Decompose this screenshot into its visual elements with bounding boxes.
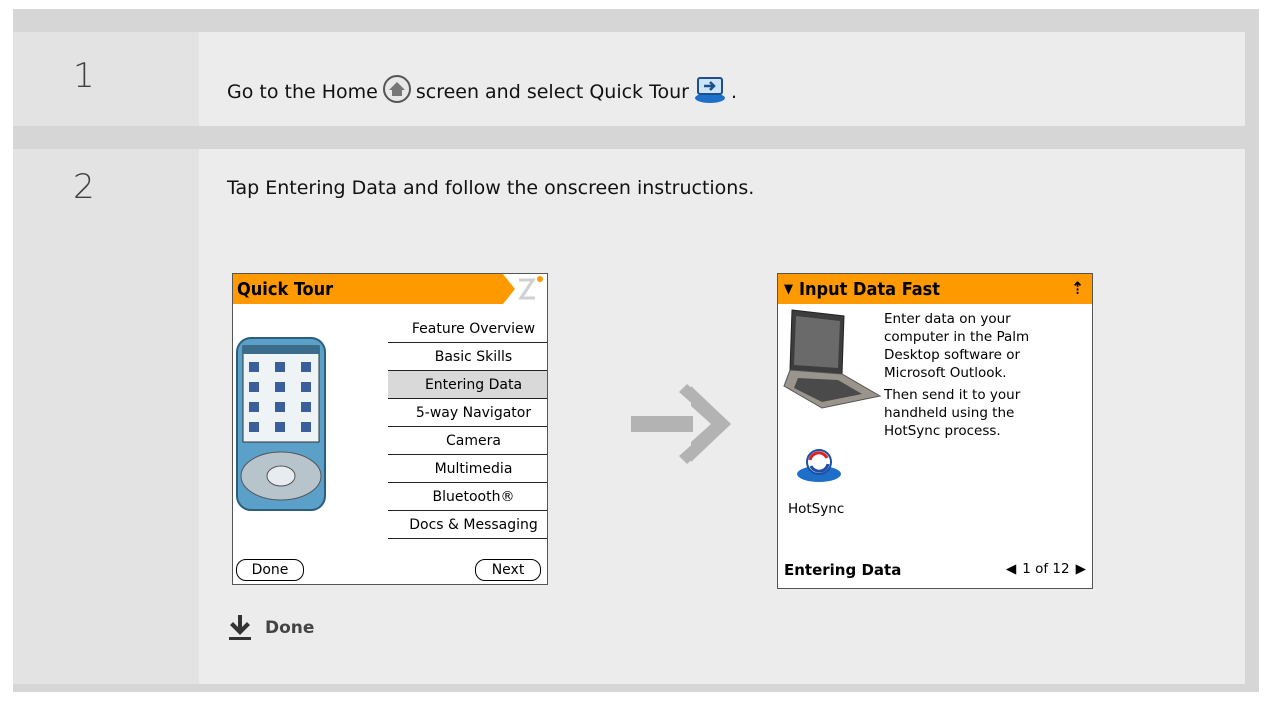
handheld-device-icon xyxy=(236,337,326,511)
done-link-label: Done xyxy=(265,618,315,638)
text-line: Then send it to your xyxy=(884,387,1021,403)
home-icon[interactable] xyxy=(382,74,412,109)
step-number: 2 xyxy=(73,167,95,207)
down-arrow-icon xyxy=(229,615,251,640)
step-1-instruction: Go to the Home screen and select Quick T… xyxy=(227,74,737,109)
menu-item[interactable]: Multimedia xyxy=(388,455,547,483)
paragraph-1: Enter data on your computer in the Palm De… xyxy=(884,310,1029,382)
dropdown-triangle-icon[interactable]: ▼ xyxy=(778,282,799,297)
hotsync-label: HotSync xyxy=(788,501,845,517)
next-page-icon[interactable]: ▶ xyxy=(1076,561,1086,577)
menu-item[interactable]: 5-way Navigator xyxy=(388,399,547,427)
step-2-content: Tap Entering Data and follow the onscree… xyxy=(199,149,1245,684)
done-link[interactable]: Done xyxy=(229,615,314,641)
right-arrow-icon xyxy=(631,384,731,464)
step-1-number-cell: 1 xyxy=(13,32,199,126)
step-1-text-before: Go to the Home xyxy=(227,80,378,103)
quick-tour-screen: Quick Tour Feature Overview Basic Skills E… xyxy=(232,273,548,585)
step-1-text-after: . xyxy=(730,80,737,103)
input-data-screen: ▼ Input Data Fast ⇡ Enter data on your co… xyxy=(777,273,1093,589)
text-line: HotSync process. xyxy=(884,423,1001,439)
paragraph-2: Then send it to your handheld using the Ho… xyxy=(884,386,1020,440)
next-button[interactable]: Next xyxy=(475,559,541,581)
text-line: Desktop software or xyxy=(884,347,1021,363)
prev-page-icon[interactable]: ◀ xyxy=(1006,561,1016,577)
text-line: Enter data on your xyxy=(884,311,1011,327)
menu-item[interactable]: Feature Overview xyxy=(388,315,547,343)
footer-title: Entering Data xyxy=(784,561,902,579)
step-2-number-cell: 2 xyxy=(13,149,199,684)
menu-item[interactable]: Camera xyxy=(388,427,547,455)
step-1-content: Go to the Home screen and select Quick T… xyxy=(199,32,1245,126)
menu-item[interactable]: Docs & Messaging xyxy=(388,511,547,539)
hotsync-icon[interactable] xyxy=(794,446,844,484)
input-data-title: Input Data Fast xyxy=(799,278,941,300)
step-2-instruction: Tap Entering Data and follow the onscree… xyxy=(227,177,755,199)
text-line: handheld using the xyxy=(884,405,1015,421)
step-1-text-middle: screen and select Quick Tour xyxy=(415,80,689,103)
menu-item[interactable]: Entering Data xyxy=(388,371,547,399)
quick-tour-icon[interactable] xyxy=(693,74,727,109)
zire-logo-icon xyxy=(491,274,543,304)
done-button[interactable]: Done xyxy=(236,559,304,581)
quick-tour-title-bar: Quick Tour xyxy=(233,274,503,304)
text-line: computer in the Palm xyxy=(884,329,1030,345)
menu-item[interactable]: Basic Skills xyxy=(388,343,547,371)
quick-tour-title: Quick Tour xyxy=(237,278,334,300)
quick-tour-menu: Feature Overview Basic Skills Entering Dat… xyxy=(388,315,547,539)
up-arrow-icon[interactable]: ⇡ xyxy=(1071,279,1084,299)
menu-item[interactable]: Bluetooth® xyxy=(388,483,547,511)
laptop-icon xyxy=(783,309,882,409)
page-navigator: ◀ 1 of 12 ▶ xyxy=(1006,561,1086,577)
text-line: Microsoft Outlook. xyxy=(884,365,1007,381)
input-data-title-bar: ▼ Input Data Fast ⇡ xyxy=(778,274,1092,304)
step-number: 1 xyxy=(73,56,95,96)
page-indicator: 1 of 12 xyxy=(1022,561,1070,577)
